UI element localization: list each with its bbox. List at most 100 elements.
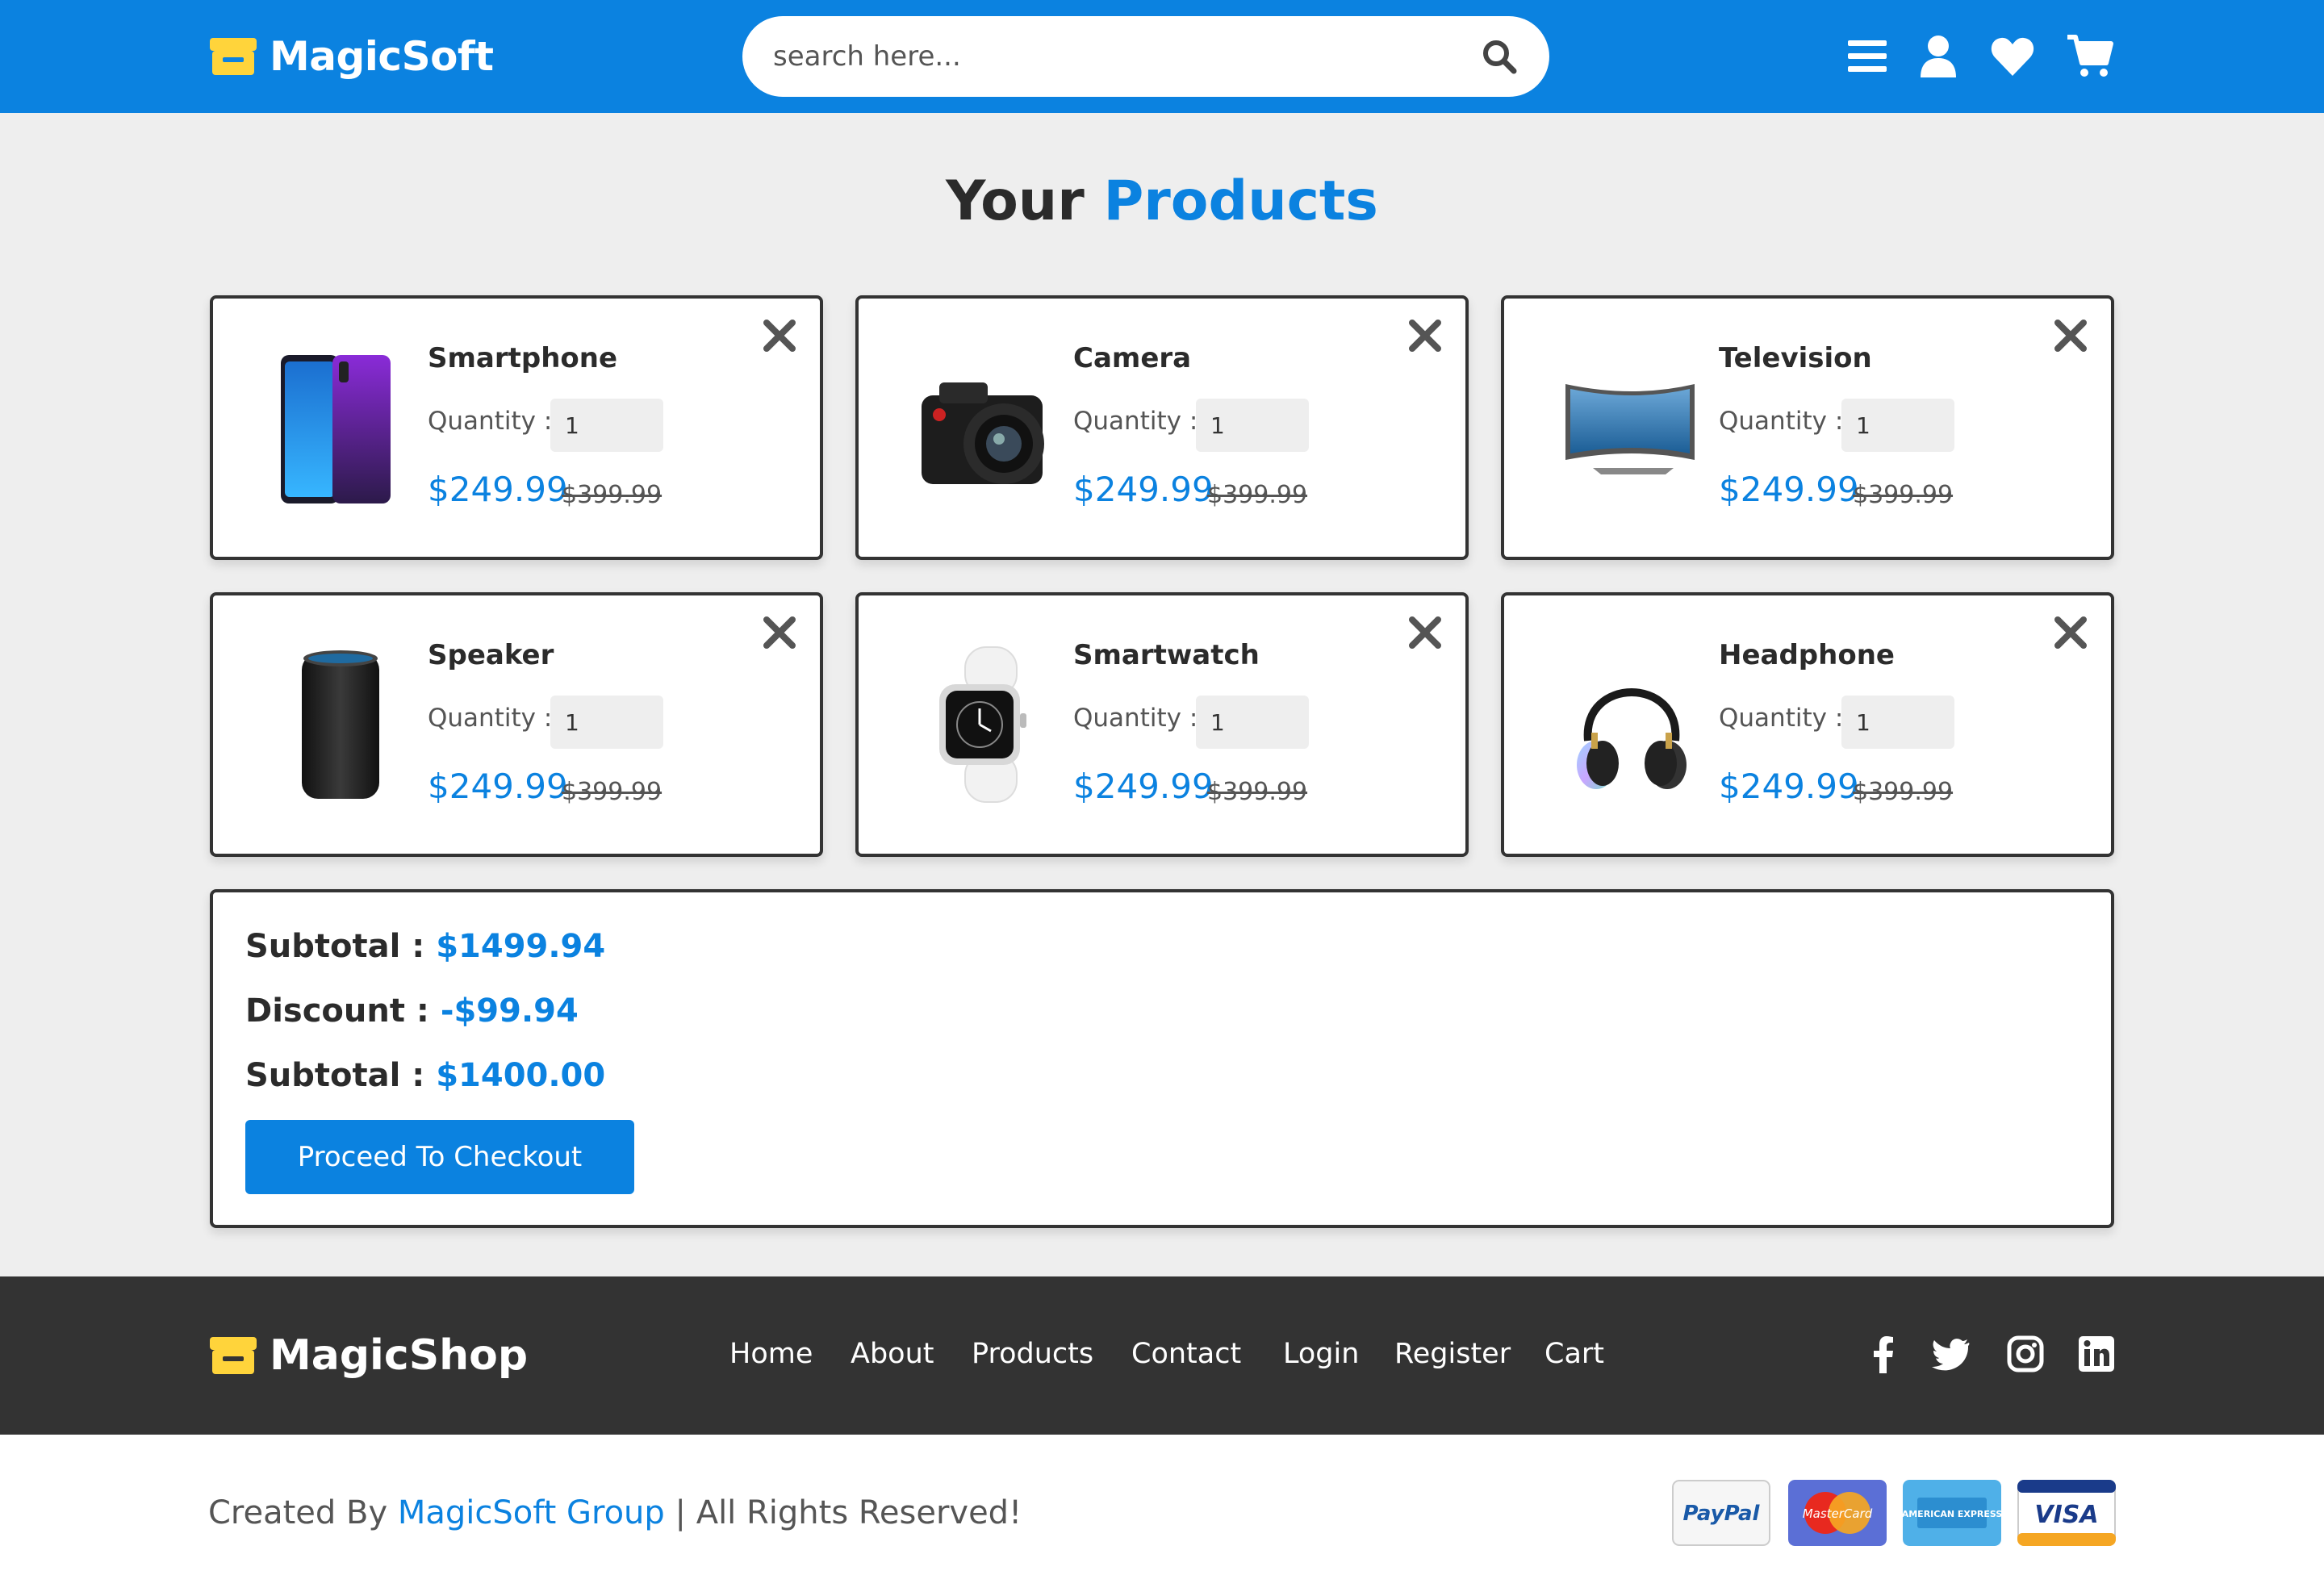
amex-card-icon: AMERICAN EXPRESS xyxy=(1903,1480,2001,1546)
quantity-label: Quantity : xyxy=(1719,407,1844,436)
paypal-card-icon: PayPal xyxy=(1672,1480,1770,1546)
product-price: $249.99 xyxy=(1073,470,1214,509)
close-icon[interactable] xyxy=(762,615,797,650)
quantity-input[interactable] xyxy=(550,696,663,749)
page-title: Your Products xyxy=(0,169,2324,233)
mastercard-card-icon: MasterCard xyxy=(1788,1480,1887,1546)
footer-link-cart[interactable]: Cart xyxy=(1544,1338,1604,1370)
quantity-label: Quantity : xyxy=(1073,407,1198,436)
product-name: Television xyxy=(1719,342,1872,374)
credit-suffix: | All Rights Reserved! xyxy=(675,1494,1022,1531)
svg-text:VISA: VISA xyxy=(2034,1501,2098,1529)
close-icon[interactable] xyxy=(762,318,797,353)
footer-link-products[interactable]: Products xyxy=(972,1338,1093,1370)
search-bar xyxy=(742,16,1549,97)
footer: MagicShop Home About Products Contact Lo… xyxy=(0,1276,2324,1435)
heart-icon[interactable] xyxy=(1988,32,2037,81)
close-icon[interactable] xyxy=(2053,318,2088,353)
subtotal-row: Subtotal : $1499.94 xyxy=(245,928,605,965)
footer-brand-logo[interactable]: MagicShop xyxy=(208,1330,528,1381)
product-price: $249.99 xyxy=(1719,470,1859,509)
linkedin-icon[interactable] xyxy=(2075,1333,2117,1375)
product-price: $249.99 xyxy=(1719,767,1859,806)
product-old-price: $399.99 xyxy=(562,778,663,806)
instagram-icon[interactable] xyxy=(2004,1333,2046,1375)
discount-label: Discount : xyxy=(245,992,429,1030)
footer-brand-name: MagicShop xyxy=(270,1331,529,1380)
product-card-speaker: Speaker Quantity : $249.99 $399.99 xyxy=(210,592,823,857)
product-card-headphone: Headphone Quantity : $249.99 $399.99 xyxy=(1501,592,2114,857)
header: MagicSoft xyxy=(0,0,2324,113)
cart-icon[interactable] xyxy=(2066,32,2114,81)
page-title-accent: Products xyxy=(1103,169,1378,233)
search-icon[interactable] xyxy=(1482,39,1517,74)
product-old-price: $399.99 xyxy=(562,481,663,509)
brand-name: MagicSoft xyxy=(270,33,494,80)
camera-image xyxy=(922,382,1044,484)
product-price: $249.99 xyxy=(428,767,568,806)
page-title-prefix: Your xyxy=(946,169,1085,233)
quantity-input[interactable] xyxy=(1841,399,1954,452)
total-label: Subtotal : xyxy=(245,1057,425,1094)
visa-card-icon: VISA xyxy=(2017,1480,2116,1546)
svg-text:MasterCard: MasterCard xyxy=(1803,1506,1873,1521)
quantity-input[interactable] xyxy=(550,399,663,452)
credit-company-link[interactable]: MagicSoft Group xyxy=(398,1494,665,1531)
footer-link-home[interactable]: Home xyxy=(729,1338,813,1370)
product-name: Speaker xyxy=(428,639,554,671)
order-summary: Subtotal : $1499.94 Discount : -$99.94 S… xyxy=(210,889,2114,1228)
brand-logo[interactable]: MagicSoft xyxy=(208,31,494,82)
discount-row: Discount : -$99.94 xyxy=(245,992,579,1030)
checkout-button[interactable]: Proceed To Checkout xyxy=(245,1120,634,1194)
total-row: Subtotal : $1400.00 xyxy=(245,1057,605,1094)
credit-prefix: Created By xyxy=(208,1494,388,1531)
product-old-price: $399.99 xyxy=(1207,778,1308,806)
menu-icon[interactable] xyxy=(1843,32,1891,81)
facebook-icon[interactable] xyxy=(1862,1333,1904,1375)
close-icon[interactable] xyxy=(2053,615,2088,650)
quantity-label: Quantity : xyxy=(1719,704,1844,733)
product-name: Smartwatch xyxy=(1073,639,1260,671)
product-card-camera: Camera Quantity : $249.99 $399.99 xyxy=(855,295,1469,560)
svg-text:AMERICAN EXPRESS: AMERICAN EXPRESS xyxy=(1903,1509,2001,1519)
product-name: Headphone xyxy=(1719,639,1895,671)
quantity-input[interactable] xyxy=(1841,696,1954,749)
bottom-bar: Created By MagicSoft Group | All Rights … xyxy=(0,1435,2324,1596)
footer-link-about[interactable]: About xyxy=(851,1338,934,1370)
close-icon[interactable] xyxy=(1407,318,1443,353)
television-image xyxy=(1565,384,1695,474)
quantity-input[interactable] xyxy=(1196,696,1309,749)
user-icon[interactable] xyxy=(1914,32,1962,81)
product-old-price: $399.99 xyxy=(1853,778,1954,806)
speaker-image xyxy=(302,650,379,799)
twitter-icon[interactable] xyxy=(1930,1333,1972,1375)
smartwatch-image xyxy=(939,646,1026,803)
subtotal-value: $1499.94 xyxy=(436,928,606,965)
shop-icon xyxy=(210,1337,257,1374)
footer-link-login[interactable]: Login xyxy=(1283,1338,1359,1370)
total-value: $1400.00 xyxy=(436,1057,606,1094)
discount-value: -$99.94 xyxy=(440,992,579,1030)
close-icon[interactable] xyxy=(1407,615,1443,650)
quantity-label: Quantity : xyxy=(1073,704,1198,733)
svg-text:PayPal: PayPal xyxy=(1683,1502,1761,1526)
product-old-price: $399.99 xyxy=(1853,481,1954,509)
quantity-label: Quantity : xyxy=(428,407,553,436)
subtotal-label: Subtotal : xyxy=(245,928,425,965)
product-price: $249.99 xyxy=(428,470,568,509)
product-price: $249.99 xyxy=(1073,767,1214,806)
quantity-label: Quantity : xyxy=(428,704,553,733)
footer-link-register[interactable]: Register xyxy=(1394,1338,1511,1370)
product-card-smartphone: Smartphone Quantity : $249.99 $399.99 xyxy=(210,295,823,560)
product-name: Camera xyxy=(1073,342,1192,374)
footer-link-contact[interactable]: Contact xyxy=(1131,1338,1241,1370)
credit-text: Created By MagicSoft Group | All Rights … xyxy=(208,1494,1022,1531)
shop-icon xyxy=(210,38,257,75)
quantity-input[interactable] xyxy=(1196,399,1309,452)
headphone-image xyxy=(1577,688,1687,789)
search-input[interactable] xyxy=(773,32,1467,81)
smartphone-image xyxy=(281,355,391,503)
product-old-price: $399.99 xyxy=(1207,481,1308,509)
product-card-smartwatch: Smartwatch Quantity : $249.99 $399.99 xyxy=(855,592,1469,857)
product-card-television: Television Quantity : $249.99 $399.99 xyxy=(1501,295,2114,560)
